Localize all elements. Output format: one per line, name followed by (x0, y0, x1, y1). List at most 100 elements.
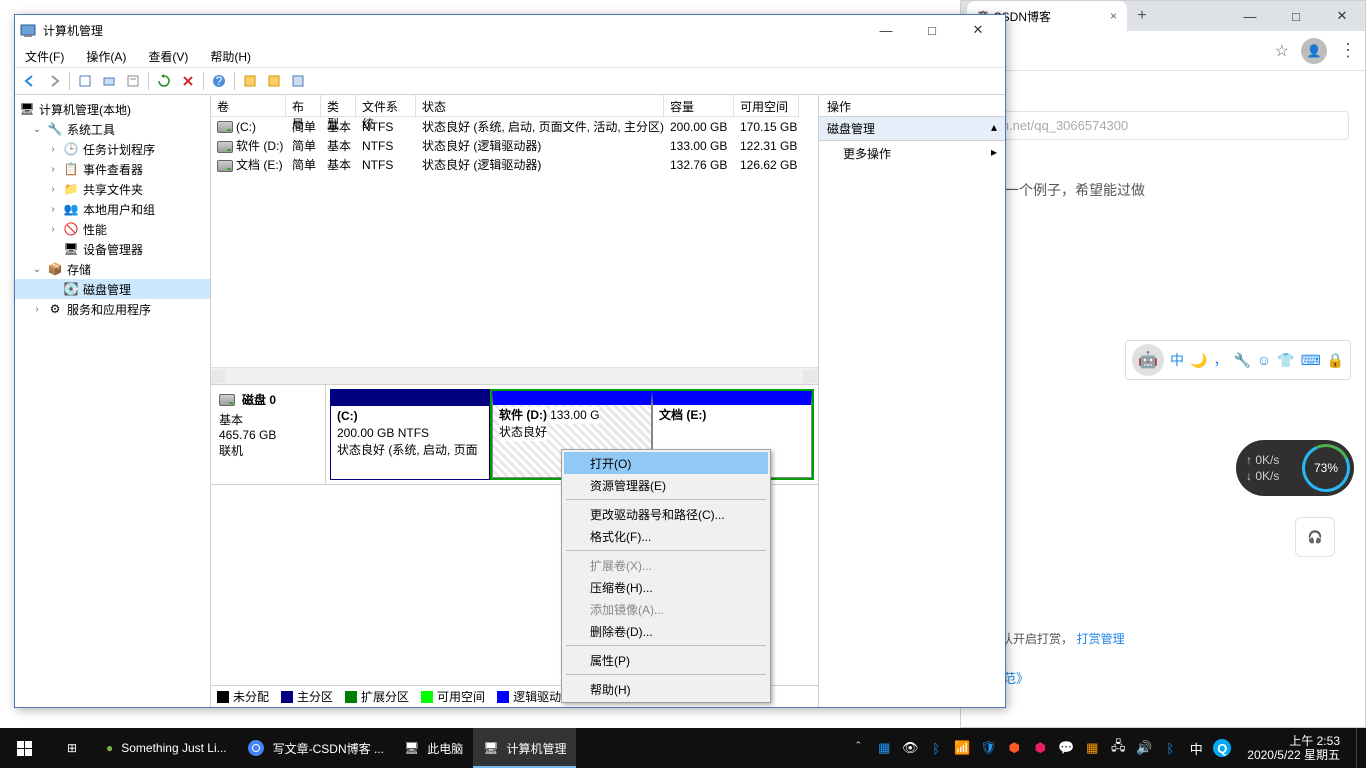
volume-table[interactable]: 卷 布局 类型 文件系统 状态 容量 可用空间 (C:) 简单 基本 NTFS … (211, 95, 818, 385)
ctx-help[interactable]: 帮助(H) (564, 678, 768, 700)
tray-ime-button[interactable]: 中 (1187, 739, 1205, 757)
col-type[interactable]: 类型 (321, 95, 356, 117)
options-button[interactable] (239, 70, 261, 92)
tree-device-manager[interactable]: 🖥设备管理器 (15, 239, 210, 259)
blog-url-field[interactable]: sdn.net/qq_3066574300 (977, 111, 1349, 140)
taskbar-chrome[interactable]: 写文章-CSDN博客 ... (237, 728, 394, 768)
tray-app-icon[interactable]: ▦ (875, 739, 893, 757)
tray-app3-icon[interactable]: ⬢ (1031, 739, 1049, 757)
tree-services[interactable]: ›⚙服务和应用程序 (15, 299, 210, 319)
tree-local-users[interactable]: ›👥本地用户和组 (15, 199, 210, 219)
tray-network-icon[interactable]: 🖧 (1109, 739, 1127, 757)
help-button[interactable]: ? (208, 70, 230, 92)
ctx-properties[interactable]: 属性(P) (564, 649, 768, 671)
tray-app2-icon[interactable]: ⬢ (1005, 739, 1023, 757)
ctx-open[interactable]: 打开(O) (564, 452, 768, 474)
close-button[interactable]: ✕ (1319, 1, 1365, 31)
mmc-titlebar[interactable]: 计算机管理 — □ ✕ (15, 15, 1005, 45)
col-free[interactable]: 可用空间 (734, 95, 799, 117)
delete-button[interactable] (177, 70, 199, 92)
actions-more[interactable]: 更多操作▸ (819, 141, 1005, 166)
bookmark-icon[interactable]: ☆ (1275, 41, 1289, 61)
ctx-explorer[interactable]: 资源管理器(E) (564, 474, 768, 496)
refresh-button[interactable] (153, 70, 175, 92)
tree-root[interactable]: 🖥计算机管理(本地) (15, 99, 210, 119)
table-row[interactable]: 文档 (E:) 简单 基本 NTFS 状态良好 (逻辑驱动器) 132.76 G… (211, 155, 818, 174)
expand-icon[interactable]: › (47, 204, 59, 215)
tree-disk-management[interactable]: 💽磁盘管理 (15, 279, 210, 299)
maximize-button[interactable]: □ (909, 15, 955, 45)
view-detail-button[interactable] (287, 70, 309, 92)
maximize-button[interactable]: □ (1273, 1, 1319, 31)
tree-task-scheduler[interactable]: ›🕒任务计划程序 (15, 139, 210, 159)
menu-file[interactable]: 文件(F) (21, 46, 68, 67)
collapse-icon[interactable]: ▴ (991, 120, 997, 137)
tree-event-viewer[interactable]: ›📋事件查看器 (15, 159, 210, 179)
expand-icon[interactable]: › (47, 144, 59, 155)
col-filesystem[interactable]: 文件系统 (356, 95, 416, 117)
ime-tool-icon[interactable]: 🔧 (1233, 352, 1250, 369)
start-button[interactable] (0, 728, 48, 768)
ime-lock-icon[interactable]: 🔒 (1327, 352, 1344, 369)
tab-close-icon[interactable]: × (1110, 9, 1117, 23)
support-button[interactable]: 🎧 (1295, 517, 1335, 557)
taskbar-mmc[interactable]: 🖥计算机管理 (473, 728, 576, 768)
up-button[interactable] (74, 70, 96, 92)
table-row[interactable]: 软件 (D:) 简单 基本 NTFS 状态良好 (逻辑驱动器) 133.00 G… (211, 136, 818, 155)
collapse-icon[interactable]: ⌄ (31, 264, 43, 275)
ime-skin-icon[interactable]: 👕 (1277, 352, 1294, 369)
tree-storage[interactable]: ⌄📦存储 (15, 259, 210, 279)
col-volume[interactable]: 卷 (211, 95, 286, 117)
ime-keyboard-icon[interactable]: ⌨ (1301, 352, 1321, 369)
expand-icon[interactable]: › (31, 304, 43, 315)
tray-bluetooth-icon[interactable]: ᛒ (927, 739, 945, 757)
collapse-icon[interactable]: ⌄ (31, 124, 43, 135)
ctx-change-letter[interactable]: 更改驱动器号和路径(C)... (564, 503, 768, 525)
ime-avatar-icon[interactable]: 🤖 (1132, 344, 1164, 376)
tree-performance[interactable]: ›🚫性能 (15, 219, 210, 239)
tray-volume-icon[interactable]: 🔊 (1135, 739, 1153, 757)
expand-icon[interactable]: › (47, 184, 59, 195)
tray-shield-icon[interactable]: 🛡 (979, 739, 997, 757)
col-status[interactable]: 状态 (416, 95, 664, 117)
taskbar-thispc[interactable]: 🖥此电脑 (394, 728, 473, 768)
tree-shared-folders[interactable]: ›📁共享文件夹 (15, 179, 210, 199)
disk-info[interactable]: 磁盘 0 基本 465.76 GB 联机 (211, 385, 326, 484)
tray-wechat-icon[interactable]: 💬 (1057, 739, 1075, 757)
taskbar-music[interactable]: ●Something Just Li... (96, 728, 237, 768)
tray-bt2-icon[interactable]: ᛒ (1161, 739, 1179, 757)
view-list-button[interactable] (263, 70, 285, 92)
tray-q-icon[interactable]: Q (1213, 739, 1231, 757)
back-button[interactable] (19, 70, 41, 92)
col-layout[interactable]: 布局 (286, 95, 321, 117)
menu-action[interactable]: 操作(A) (82, 46, 130, 67)
tray-eye-icon[interactable]: 👁 (901, 739, 919, 757)
show-hide-button[interactable] (98, 70, 120, 92)
tray-app4-icon[interactable]: ▦ (1083, 739, 1101, 757)
nav-tree[interactable]: 🖥计算机管理(本地) ⌄🔧系统工具 ›🕒任务计划程序 ›📋事件查看器 ›📁共享文… (15, 95, 211, 707)
ime-emoji-icon[interactable]: ☺ (1257, 352, 1271, 368)
close-button[interactable]: ✕ (955, 15, 1001, 45)
show-desktop-button[interactable] (1356, 728, 1362, 768)
ctx-format[interactable]: 格式化(F)... (564, 525, 768, 547)
ime-toolbar[interactable]: 🤖 中 🌙 ， 🔧 ☺ 👕 ⌨ 🔒 (1125, 340, 1351, 380)
ime-moon-icon[interactable]: 🌙 (1190, 352, 1207, 369)
tray-wifi-icon[interactable]: 📶 (953, 739, 971, 757)
profile-avatar[interactable]: 👤 (1301, 38, 1327, 64)
partition-c[interactable]: (C:) 200.00 GB NTFS 状态良好 (系统, 启动, 页面 (330, 389, 490, 480)
taskbar-clock[interactable]: 上午 2:53 2020/5/22 星期五 (1239, 734, 1348, 763)
horizontal-scrollbar[interactable] (211, 367, 818, 384)
forward-button[interactable] (43, 70, 65, 92)
properties-button[interactable] (122, 70, 144, 92)
actions-section-header[interactable]: 磁盘管理▴ (819, 117, 1005, 141)
col-capacity[interactable]: 容量 (664, 95, 734, 117)
table-row[interactable]: (C:) 简单 基本 NTFS 状态良好 (系统, 启动, 页面文件, 活动, … (211, 117, 818, 136)
new-tab-button[interactable]: + (1127, 7, 1157, 25)
ctx-shrink[interactable]: 压缩卷(H)... (564, 576, 768, 598)
ctx-delete[interactable]: 删除卷(D)... (564, 620, 768, 642)
expand-icon[interactable]: › (47, 164, 59, 175)
network-speed-widget[interactable]: ↑ 0K/s ↓ 0K/s 73% (1236, 440, 1354, 496)
ime-punct-button[interactable]: ， (1213, 350, 1227, 370)
menu-help[interactable]: 帮助(H) (206, 46, 255, 67)
reward-manage-link[interactable]: 打赏管理 (1077, 632, 1125, 646)
